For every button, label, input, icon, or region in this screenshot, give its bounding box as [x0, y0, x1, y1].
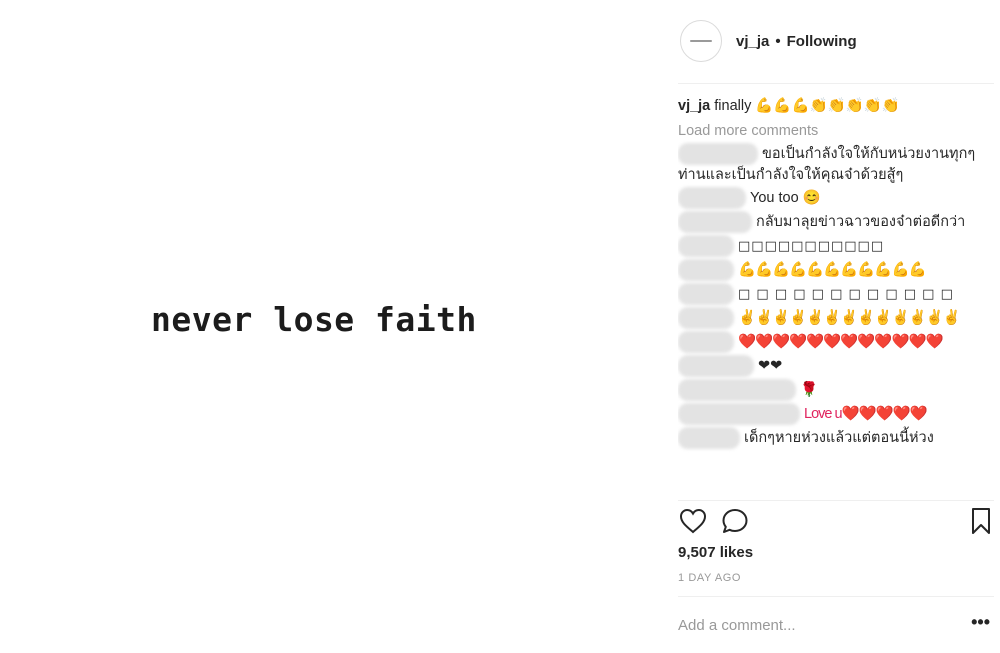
comment-icon[interactable] — [720, 506, 750, 536]
post-header: vj_ja • Following — [680, 20, 857, 62]
add-comment-input[interactable] — [678, 612, 958, 638]
blurred-username — [678, 355, 754, 377]
comment-item: 💪💪💪💪💪💪💪💪💪💪💪 — [678, 259, 988, 281]
comment-item: 🌹 — [678, 379, 988, 401]
comment-item: Love u❤️❤️❤️❤️❤️ — [678, 403, 988, 425]
comments-divider — [678, 500, 994, 501]
comment-item: □□□□□□□□□□□ — [678, 235, 988, 257]
heart-icon[interactable] — [678, 506, 708, 536]
likes-count[interactable]: 9,507 likes — [678, 544, 753, 561]
header-username[interactable]: vj_ja — [736, 33, 769, 50]
comment-text: กลับมาลุยข่าวฉาวของจ๋าต่อดีกว่า — [756, 213, 966, 230]
comments-section: vj_ja finally 💪💪💪👏👏👏👏👏 Load more comment… — [678, 96, 988, 498]
comment-text: □□□□□□□□□□□ — [738, 238, 885, 254]
blurred-username — [678, 283, 734, 305]
comment-item: ขอเป็นกำลังใจให้กับหน่วยงานทุกๆท่านและเป… — [678, 143, 988, 185]
action-bar — [678, 506, 996, 540]
comment-item: ❤❤ — [678, 355, 988, 377]
comment-text: 💪💪💪💪💪💪💪💪💪💪💪 — [738, 261, 927, 278]
comment-text: ❤❤ — [758, 357, 783, 374]
comment-text: 🌹 — [800, 381, 819, 398]
blurred-username — [678, 427, 740, 449]
blurred-username — [678, 331, 734, 353]
more-options-icon[interactable]: ••• — [971, 612, 990, 633]
header-dot: • — [775, 32, 781, 50]
caption: vj_ja finally 💪💪💪👏👏👏👏👏 — [678, 96, 988, 116]
post-image[interactable]: never lose faith — [0, 0, 660, 653]
avatar[interactable] — [680, 20, 722, 62]
header-divider — [678, 83, 994, 84]
comment-item: □ □ □ □ □ □ □ □ □ □ □ □ — [678, 283, 988, 305]
load-more-comments-button[interactable]: Load more comments — [678, 121, 988, 141]
blurred-username — [678, 211, 752, 233]
blurred-username — [678, 403, 800, 425]
following-button[interactable]: Following — [787, 33, 857, 50]
comment-text: ❤️❤️❤️❤️❤️❤️❤️❤️❤️❤️❤️❤️ — [738, 333, 944, 350]
add-comment-row: ••• — [678, 612, 990, 638]
blurred-username — [678, 259, 734, 281]
blurred-username — [678, 307, 734, 329]
comment-item: ❤️❤️❤️❤️❤️❤️❤️❤️❤️❤️❤️❤️ — [678, 331, 988, 353]
comment-item: เด็กๆหายห่วงแล้วแต่ตอนนี้ห่วง — [678, 427, 988, 449]
image-caption-text: never lose faith — [151, 300, 477, 339]
caption-text: finally 💪💪💪👏👏👏👏👏 — [714, 98, 900, 114]
comment-item: You too 😊 — [678, 187, 988, 209]
comment-text: เด็กๆหายห่วงแล้วแต่ตอนนี้ห่วง — [744, 429, 934, 446]
comment-text: ✌✌✌✌✌✌✌✌✌✌✌✌✌ — [738, 309, 961, 326]
comment-item: กลับมาลุยข่าวฉาวของจ๋าต่อดีกว่า — [678, 211, 988, 233]
blurred-username — [678, 143, 758, 165]
comment-text: You too 😊 — [750, 189, 821, 206]
comment-text: □ □ □ □ □ □ □ □ □ □ □ □ — [738, 286, 954, 302]
post-sidebar: vj_ja • Following vj_ja finally 💪💪💪👏👏👏👏👏… — [660, 0, 1000, 653]
comment-item: ✌✌✌✌✌✌✌✌✌✌✌✌✌ — [678, 307, 988, 329]
blurred-username — [678, 379, 796, 401]
add-comment-divider — [678, 596, 994, 597]
avatar-mark — [690, 40, 712, 42]
blurred-username — [678, 235, 734, 257]
bookmark-icon[interactable] — [966, 506, 996, 536]
post-timestamp[interactable]: 1 DAY AGO — [678, 572, 741, 584]
caption-username[interactable]: vj_ja — [678, 98, 710, 114]
blurred-username — [678, 187, 746, 209]
comment-text: Love u❤️❤️❤️❤️❤️ — [804, 405, 928, 422]
